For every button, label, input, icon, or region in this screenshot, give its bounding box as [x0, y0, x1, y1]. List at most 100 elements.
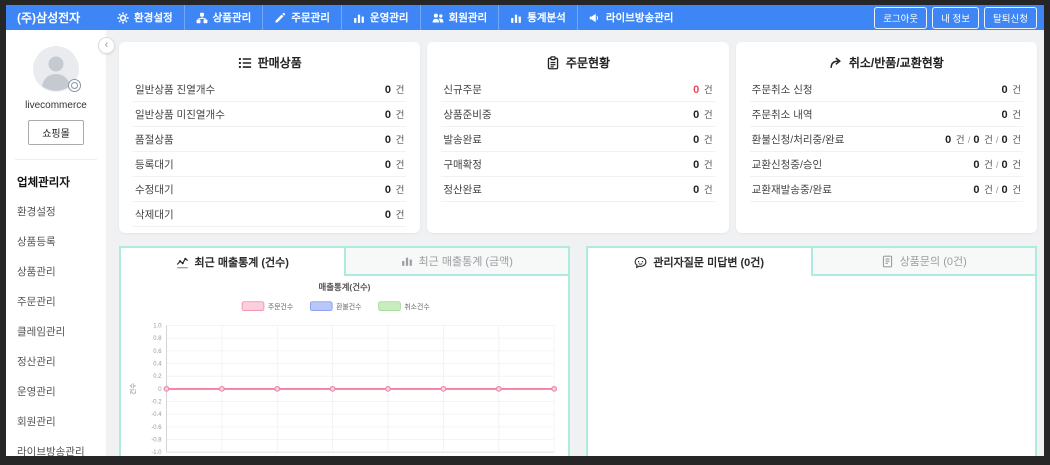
card-row[interactable]: 일반상품 미진열개수0 건: [133, 102, 406, 127]
sidebar-collapse-button[interactable]: ‹: [98, 37, 115, 54]
sales-stats-tab-2[interactable]: 최근 매출통계 (금액): [344, 248, 569, 276]
top-menu-label: 상품관리: [213, 10, 252, 25]
admin-app: (주)삼성전자 환경설정상품관리주문관리운영관리회원관리통계분석라이브방송관리 …: [6, 5, 1044, 456]
card-row[interactable]: 신규주문0 건: [441, 77, 714, 102]
card-title-label: 판매상품: [258, 54, 302, 71]
top-menu-item-7[interactable]: 라이브방송관리: [577, 5, 685, 30]
card-row[interactable]: 구매확정0 건: [441, 152, 714, 177]
row-count: 0: [385, 184, 391, 196]
sales-chart-body: 매출통계(건수)주문건수환불건수취소건수1.00.80.60.40.20-0.2…: [121, 276, 568, 456]
sidebar-item-2[interactable]: 상품등록: [6, 226, 106, 256]
top-menu-item-1[interactable]: 환경설정: [106, 5, 184, 30]
row-unit: 건: [1010, 135, 1021, 146]
legend-swatch: [310, 302, 332, 311]
row-label: 일반상품 진열개수: [135, 82, 215, 97]
card-row[interactable]: 주문취소 신청0 건: [750, 77, 1023, 102]
sales-stats-panel: 최근 매출통계 (건수)최근 매출통계 (금액) 매출통계(건수)주문건수환불건…: [119, 246, 570, 456]
row-unit: 건: [393, 210, 404, 221]
value-separator: /: [996, 135, 999, 146]
y-tick-label: 1.0: [153, 323, 162, 329]
row-count: 0: [945, 134, 951, 146]
inquiry-tab-2[interactable]: 상품문의 (0건): [811, 248, 1036, 276]
value-separator: /: [968, 135, 971, 146]
inquiry-panel: 관리자질문 미답변 (0건)상품문의 (0건): [586, 246, 1037, 456]
row-label: 구매확정: [443, 157, 482, 172]
row-unit: 건: [393, 85, 404, 96]
row-unit: 건: [1010, 85, 1021, 96]
row-unit: 건: [701, 135, 712, 146]
card-row[interactable]: 주문취소 내역0 건: [750, 102, 1023, 127]
top-menu-item-4[interactable]: 운영관리: [341, 5, 420, 30]
sidebar-item-9[interactable]: 라이브방송관리: [6, 436, 106, 456]
main-content: 판매상품일반상품 진열개수0 건일반상품 미진열개수0 건품절상품0 건등록대기…: [106, 30, 1044, 456]
top-menu-item-5[interactable]: 회원관리: [420, 5, 499, 30]
tab-label: 최근 매출통계 (건수): [195, 254, 289, 270]
legend-swatch: [379, 302, 401, 311]
row-label: 정산완료: [443, 182, 482, 197]
sidebar-item-4[interactable]: 주문관리: [6, 286, 106, 316]
shop-button[interactable]: 쇼핑몰: [28, 120, 84, 145]
sales-chart: 매출통계(건수)주문건수환불건수취소건수1.00.80.60.40.20-0.2…: [121, 276, 568, 456]
chat-icon: [634, 256, 647, 269]
withdraw-request-button[interactable]: 탈퇴신청: [984, 7, 1037, 29]
row-values: 0 건: [385, 82, 405, 96]
sidebar-item-5[interactable]: 클레임관리: [6, 316, 106, 346]
row-count: 0: [1001, 134, 1007, 146]
row-unit: 건: [393, 110, 404, 121]
row-label: 교환신청중/승인: [752, 157, 823, 172]
row-label: 발송완료: [443, 132, 482, 147]
row-count: 0: [693, 134, 699, 146]
card-title-label: 주문현황: [566, 54, 610, 71]
row-count: 0: [973, 159, 979, 171]
card-row[interactable]: 일반상품 진열개수 0 건: [133, 77, 406, 102]
card-row[interactable]: 삭제대기0 건: [133, 202, 406, 227]
top-menu-item-3[interactable]: 주문관리: [262, 5, 341, 30]
sidebar-item-7[interactable]: 운영관리: [6, 376, 106, 406]
inquiry-tab-1[interactable]: 관리자질문 미답변 (0건): [588, 248, 811, 276]
card-row[interactable]: 교환신청중/승인0 건/0 건: [750, 152, 1023, 177]
row-unit: 건: [701, 110, 712, 121]
row-label: 삭제대기: [135, 207, 174, 222]
top-menu-label: 라이브방송관리: [606, 10, 674, 25]
legend-label: 주문건수: [268, 302, 293, 311]
data-point: [330, 387, 335, 392]
value-separator: /: [996, 185, 999, 196]
card-row[interactable]: 수정대기0 건: [133, 177, 406, 202]
y-tick-label: -0.6: [151, 425, 162, 431]
card-row[interactable]: 품절상품0 건: [133, 127, 406, 152]
sidebar-item-6[interactable]: 정산관리: [6, 346, 106, 376]
top-menu-item-2[interactable]: 상품관리: [184, 5, 263, 30]
row-unit: 건: [981, 185, 992, 196]
card-row[interactable]: 상품준비중0 건: [441, 102, 714, 127]
sidebar-divider: [15, 159, 97, 160]
row-unit: 건: [1010, 160, 1021, 171]
return-arrow-icon: [829, 56, 843, 70]
chart-title: 매출통계(건수): [319, 282, 371, 292]
card-row[interactable]: 등록대기0 건: [133, 152, 406, 177]
data-point: [220, 387, 225, 392]
my-info-button[interactable]: 내 정보: [932, 7, 979, 29]
sidebar-item-8[interactable]: 회원관리: [6, 406, 106, 436]
row-count: 0: [385, 159, 391, 171]
sidebar-item-3[interactable]: 상품관리: [6, 256, 106, 286]
topbar-actions: 로그아웃내 정보탈퇴신청: [874, 5, 1044, 30]
sales-stats-tab-1[interactable]: 최근 매출통계 (건수): [121, 248, 344, 276]
top-menu-item-6[interactable]: 통계분석: [498, 5, 577, 30]
avatar-edit-badge-icon[interactable]: [68, 79, 81, 92]
avatar[interactable]: [33, 46, 79, 92]
tab-label: 최근 매출통계 (금액): [419, 253, 513, 269]
card-row[interactable]: 교환재발송중/완료0 건/0 건: [750, 177, 1023, 202]
row-label: 상품준비중: [443, 107, 491, 122]
row-values: 0 건: [385, 132, 405, 146]
card-row[interactable]: 발송완료 0 건: [441, 127, 714, 152]
row-count: 0: [973, 184, 979, 196]
inquiry-panel-body: [588, 276, 1035, 456]
document-icon: [881, 255, 894, 268]
card-row[interactable]: 환불신청/처리중/완료0 건/0 건/0 건: [750, 127, 1023, 152]
logout-button[interactable]: 로그아웃: [874, 7, 927, 29]
row-label: 주문취소 내역: [752, 107, 813, 122]
data-point: [275, 387, 280, 392]
row-count: 0: [973, 134, 979, 146]
sidebar-item-1[interactable]: 환경설정: [6, 196, 106, 226]
card-row[interactable]: 정산완료0 건: [441, 177, 714, 202]
